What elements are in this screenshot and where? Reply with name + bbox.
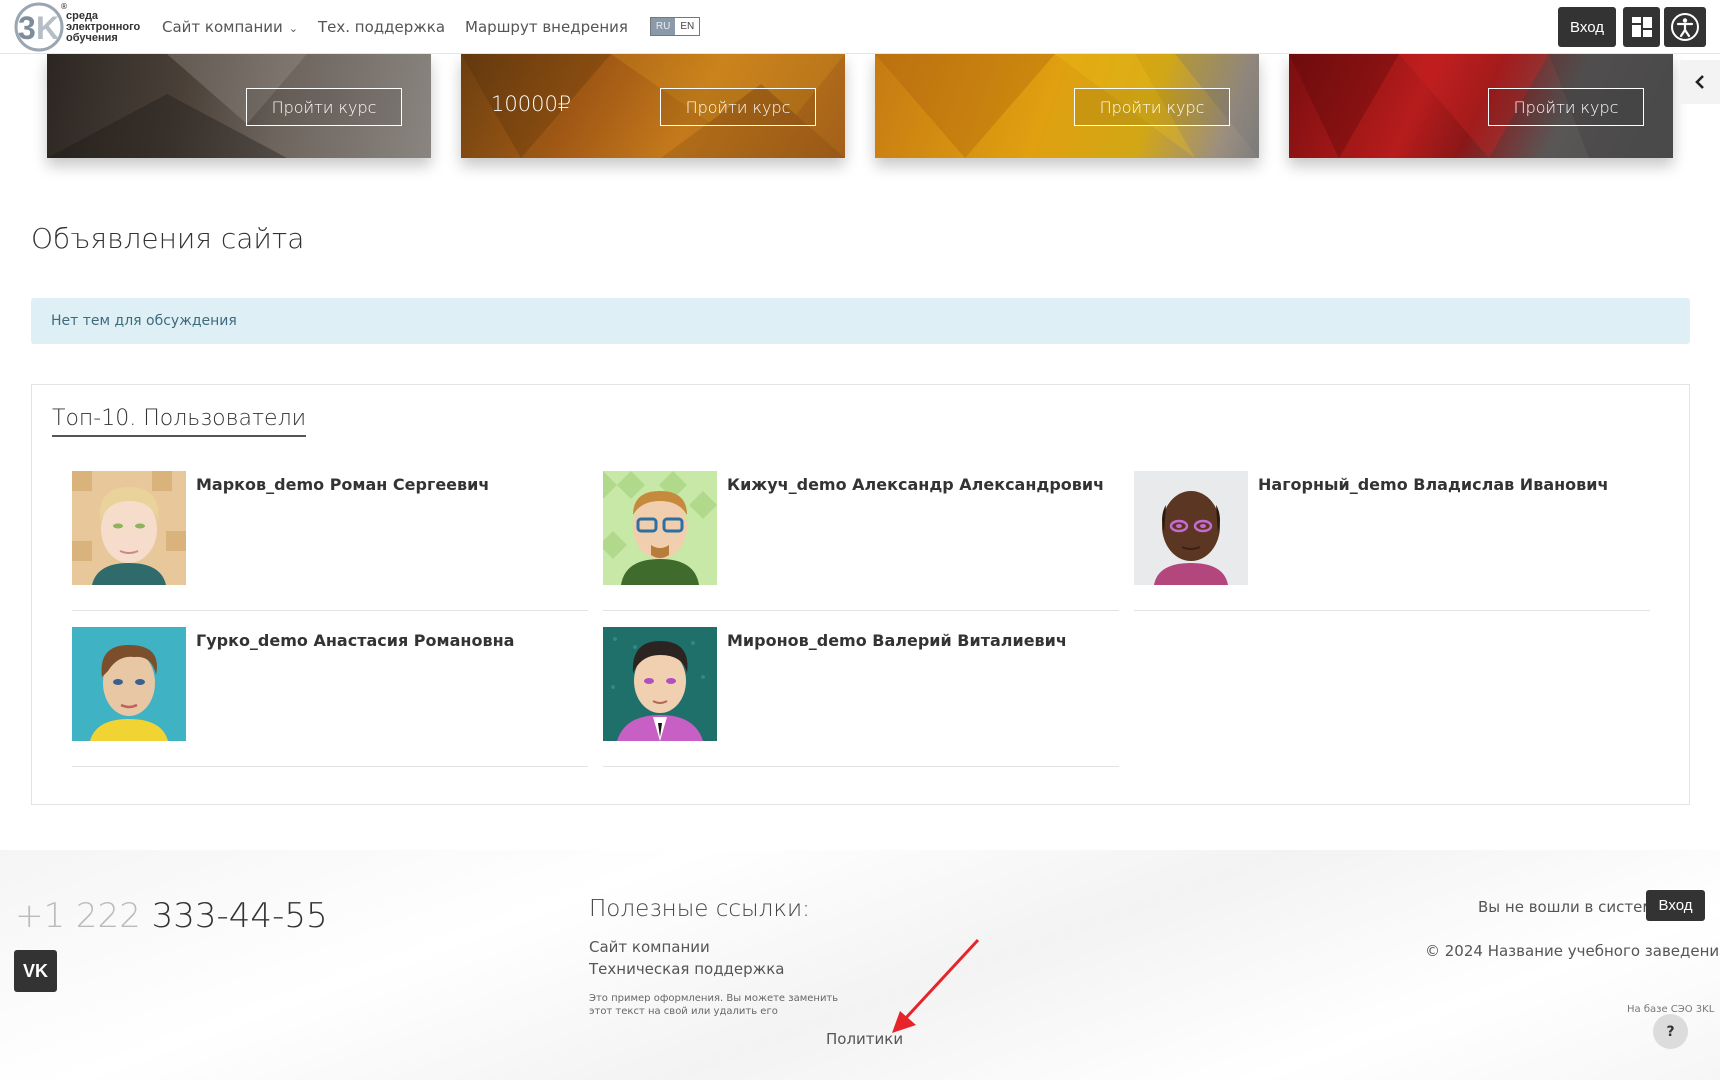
- help-button[interactable]: ?: [1653, 1014, 1688, 1049]
- user-name[interactable]: Гурко_demo Анастасия Романовна: [196, 631, 514, 650]
- user-list-item[interactable]: Марков_demo Роман Сергеевич: [72, 471, 588, 611]
- announcements-empty-alert: Нет тем для обсуждения: [31, 298, 1690, 344]
- login-status-text: Вы не вошли в систему: [1478, 898, 1663, 916]
- user-name[interactable]: Нагорный_demo Владислав Иванович: [1258, 475, 1608, 494]
- footer-link-support[interactable]: Техническая поддержка: [589, 960, 784, 978]
- dashboard-grid-button[interactable]: [1623, 7, 1660, 47]
- footer-note: Это пример оформления. Вы можете заменит…: [589, 993, 839, 1017]
- announcements-title: Объявления сайта: [31, 222, 305, 255]
- language-switcher: RU EN: [649, 17, 701, 36]
- take-course-button[interactable]: Пройти курс: [1074, 88, 1230, 126]
- site-logo[interactable]: 3 K ® среда электронного обучения: [14, 2, 144, 52]
- nav-roadmap[interactable]: Маршрут внедрения: [465, 18, 628, 36]
- take-course-button[interactable]: Пройти курс: [1488, 88, 1644, 126]
- navbar: 3 K ® среда электронного обучения Сайт к…: [0, 0, 1720, 54]
- footer-login-button[interactable]: Вход: [1646, 890, 1705, 921]
- vk-icon[interactable]: VK: [14, 950, 57, 992]
- avatar: [603, 627, 717, 741]
- chevron-down-icon: ⌄: [288, 21, 298, 35]
- user-name[interactable]: Миронов_demo Валерий Виталиевич: [727, 631, 1067, 650]
- avatar: [603, 471, 717, 585]
- main-nav: Сайт компании ⌄ Тех. поддержка Маршрут вн…: [162, 17, 701, 36]
- user-name[interactable]: Кижуч_demo Александр Александрович: [727, 475, 1104, 494]
- avatar: [72, 471, 186, 585]
- accessibility-icon: [1671, 13, 1699, 41]
- useful-links-title: Полезные ссылки:: [589, 896, 810, 922]
- avatar: [1134, 471, 1248, 585]
- take-course-button[interactable]: Пройти курс: [246, 88, 402, 126]
- user-list-item[interactable]: Гурко_demo Анастасия Романовна: [72, 627, 588, 767]
- user-list-item[interactable]: Кижуч_demo Александр Александрович: [603, 471, 1119, 611]
- lang-ru[interactable]: RU: [650, 18, 676, 35]
- svg-text:3: 3: [18, 10, 36, 46]
- user-list-item[interactable]: Нагорный_demo Владислав Иванович: [1134, 471, 1650, 611]
- nav-support[interactable]: Тех. поддержка: [318, 18, 445, 36]
- course-card[interactable]: 10000₽ Пройти курс: [461, 54, 845, 158]
- avatar-image: [72, 627, 186, 741]
- footer-phone[interactable]: +1 222 333-44-55: [15, 896, 328, 936]
- user-list-item[interactable]: Миронов_demo Валерий Виталиевич: [603, 627, 1119, 767]
- svg-text:K: K: [36, 10, 59, 46]
- course-card[interactable]: Пройти курс: [47, 54, 431, 158]
- top-users-block: Топ-10. Пользователи Марков_demo Роман С…: [31, 384, 1690, 805]
- avatar: [72, 627, 186, 741]
- grid-icon: [1631, 17, 1652, 37]
- login-button[interactable]: Вход: [1558, 7, 1616, 47]
- footer-link-company-site[interactable]: Сайт компании: [589, 938, 710, 956]
- course-card[interactable]: Пройти курс: [875, 54, 1259, 158]
- logo-3k-icon: 3 K: [14, 2, 64, 52]
- avatar-image: [603, 471, 717, 585]
- avatar-image: [72, 471, 186, 585]
- drawer-toggle-button[interactable]: [1680, 60, 1720, 104]
- annotation-arrow-icon: [892, 938, 980, 1033]
- footer-copyright: © 2024 Название учебного заведения: [1425, 942, 1720, 960]
- nav-company-site[interactable]: Сайт компании ⌄: [162, 18, 298, 36]
- accessibility-button[interactable]: [1664, 7, 1706, 47]
- avatar-image: [1134, 471, 1248, 585]
- take-course-button[interactable]: Пройти курс: [660, 88, 816, 126]
- logo-text: среда электронного обучения: [66, 10, 141, 44]
- top-users-title: Топ-10. Пользователи: [52, 406, 307, 437]
- user-name[interactable]: Марков_demo Роман Сергеевич: [196, 475, 489, 494]
- course-price: 10000₽: [491, 92, 572, 116]
- footer: +1 222 333-44-55 VK Полезные ссылки: Сай…: [0, 850, 1720, 1080]
- lang-en[interactable]: EN: [675, 18, 700, 35]
- chevron-left-icon: [1695, 75, 1704, 89]
- avatar-image: [603, 627, 717, 741]
- course-card[interactable]: Пройти курс: [1289, 54, 1673, 158]
